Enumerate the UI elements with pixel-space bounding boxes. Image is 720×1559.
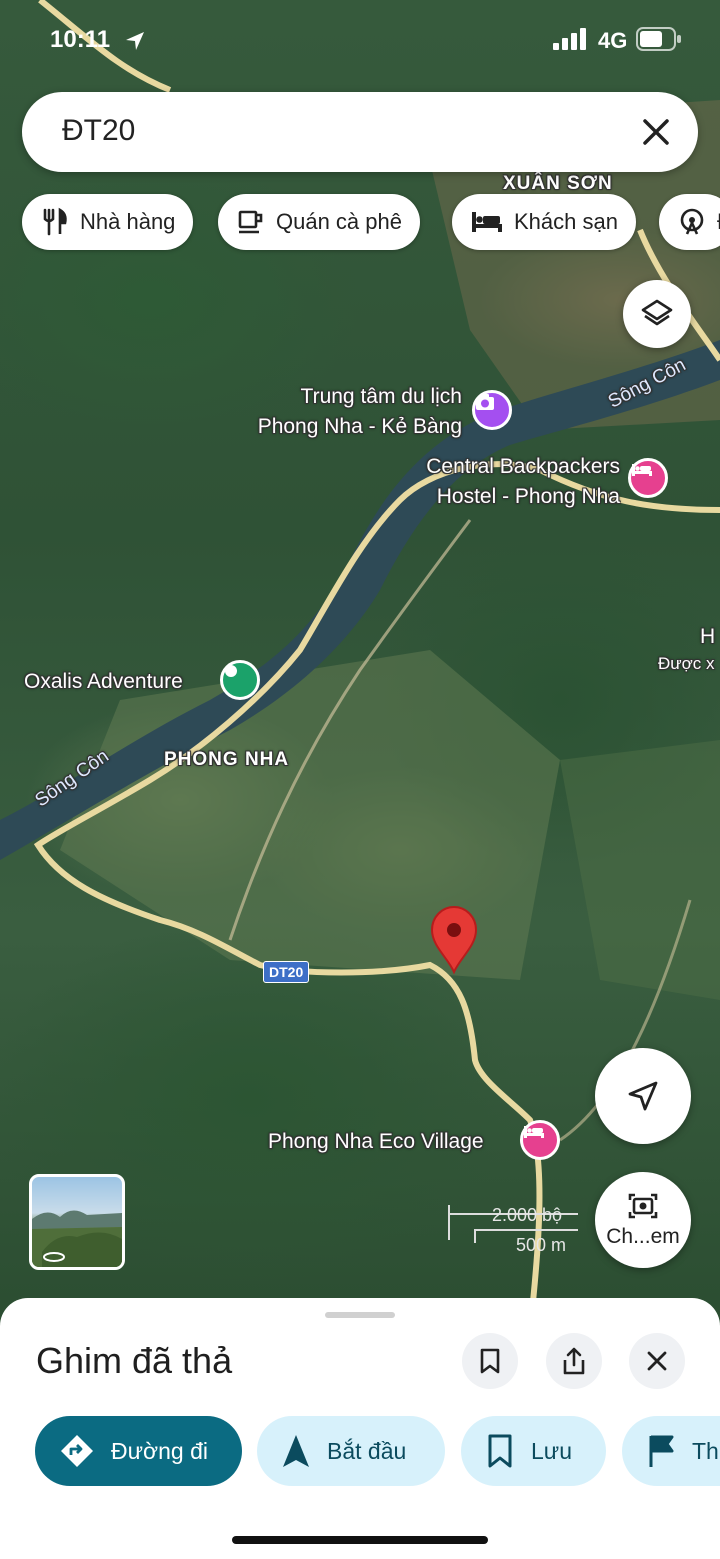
label-button[interactable]: Th xyxy=(622,1416,720,1486)
signal-icon xyxy=(553,28,586,50)
map-scale: 2.000 bộ 500 m xyxy=(448,1205,583,1261)
action-label: Th xyxy=(692,1437,719,1464)
bottom-sheet[interactable]: Ghim đã thả Đường đi Bắt đầu Lưu Th xyxy=(0,1298,720,1559)
poi-label-oxalis[interactable]: Oxalis Adventure xyxy=(24,667,183,697)
road-shield: DT20 xyxy=(263,961,310,983)
search-input[interactable]: ĐT20 xyxy=(62,114,135,148)
action-label: Bắt đầu xyxy=(327,1437,407,1464)
search-bar[interactable]: ĐT20 xyxy=(22,92,698,172)
home-indicator xyxy=(232,1536,488,1544)
close-icon xyxy=(647,1351,667,1371)
chip-label: Nhà hàng xyxy=(80,209,176,234)
layers-button[interactable] xyxy=(623,280,691,348)
chip-attractions[interactable]: Đ xyxy=(659,194,720,250)
map-label-edge: H xyxy=(700,625,716,648)
lens-button[interactable]: Ch...em xyxy=(595,1172,691,1268)
bookmark-icon xyxy=(488,1434,512,1468)
poi-label-eco-village[interactable]: Phong Nha Eco Village xyxy=(268,1127,484,1157)
street-view-thumbnail[interactable] xyxy=(29,1174,125,1270)
action-label: Lưu xyxy=(531,1437,572,1464)
close-icon[interactable] xyxy=(636,112,676,152)
share-icon xyxy=(563,1347,585,1375)
chip-label: Quán cà phê xyxy=(276,209,402,234)
layers-icon xyxy=(641,299,673,326)
restaurant-icon xyxy=(43,207,67,236)
battery-icon xyxy=(636,27,681,51)
chip-restaurants[interactable]: Nhà hàng xyxy=(22,194,194,250)
map-label-phong-nha: PHONG NHA xyxy=(164,749,290,770)
camera-lens-icon xyxy=(628,1193,658,1219)
bookmark-icon xyxy=(480,1348,500,1374)
lens-label: Ch...em xyxy=(606,1225,680,1248)
location-arrow-icon xyxy=(126,32,144,50)
directions-button[interactable]: Đường đi xyxy=(35,1416,242,1486)
poi-label-visitor-center[interactable]: Trung tâm du lịch Phong Nha - Kẻ Bàng xyxy=(228,382,462,443)
status-bar: 10:11 4G xyxy=(0,0,720,80)
hotel-icon[interactable] xyxy=(520,1120,560,1160)
place-title: Ghim đã thả xyxy=(36,1340,233,1381)
poi-label-central-backpackers[interactable]: Central Backpackers Hostel - Phong Nha xyxy=(392,452,620,513)
scale-imperial: 2.000 bộ xyxy=(492,1205,563,1225)
navigation-arrow-icon xyxy=(628,1081,658,1111)
my-location-button[interactable] xyxy=(595,1048,691,1144)
chip-coffee[interactable]: Quán cà phê xyxy=(218,194,420,250)
sheet-drag-handle[interactable] xyxy=(325,1312,395,1318)
hotel-icon xyxy=(472,212,502,232)
network-type: 4G xyxy=(598,28,628,53)
chip-label: Khách sạn xyxy=(514,209,618,234)
start-button[interactable]: Bắt đầu xyxy=(257,1416,445,1486)
save-action-button[interactable]: Lưu xyxy=(461,1416,606,1486)
map-label-edge: Được x xyxy=(658,654,715,673)
chip-hotels[interactable]: Khách sạn xyxy=(452,194,636,250)
attraction-icon xyxy=(680,208,704,235)
hotel-icon[interactable] xyxy=(628,458,668,498)
status-time: 10:11 xyxy=(50,26,111,53)
flag-icon xyxy=(649,1435,674,1467)
directions-icon xyxy=(61,1435,93,1467)
navigation-arrow-icon xyxy=(283,1435,309,1467)
green-pin-icon[interactable] xyxy=(220,660,260,700)
share-button[interactable] xyxy=(546,1333,602,1389)
coffee-icon xyxy=(238,210,263,234)
camera-icon[interactable] xyxy=(472,390,512,430)
scale-metric: 500 m xyxy=(516,1235,567,1255)
close-sheet-button[interactable] xyxy=(629,1333,685,1389)
action-label: Đường đi xyxy=(111,1437,208,1464)
save-button[interactable] xyxy=(462,1333,518,1389)
